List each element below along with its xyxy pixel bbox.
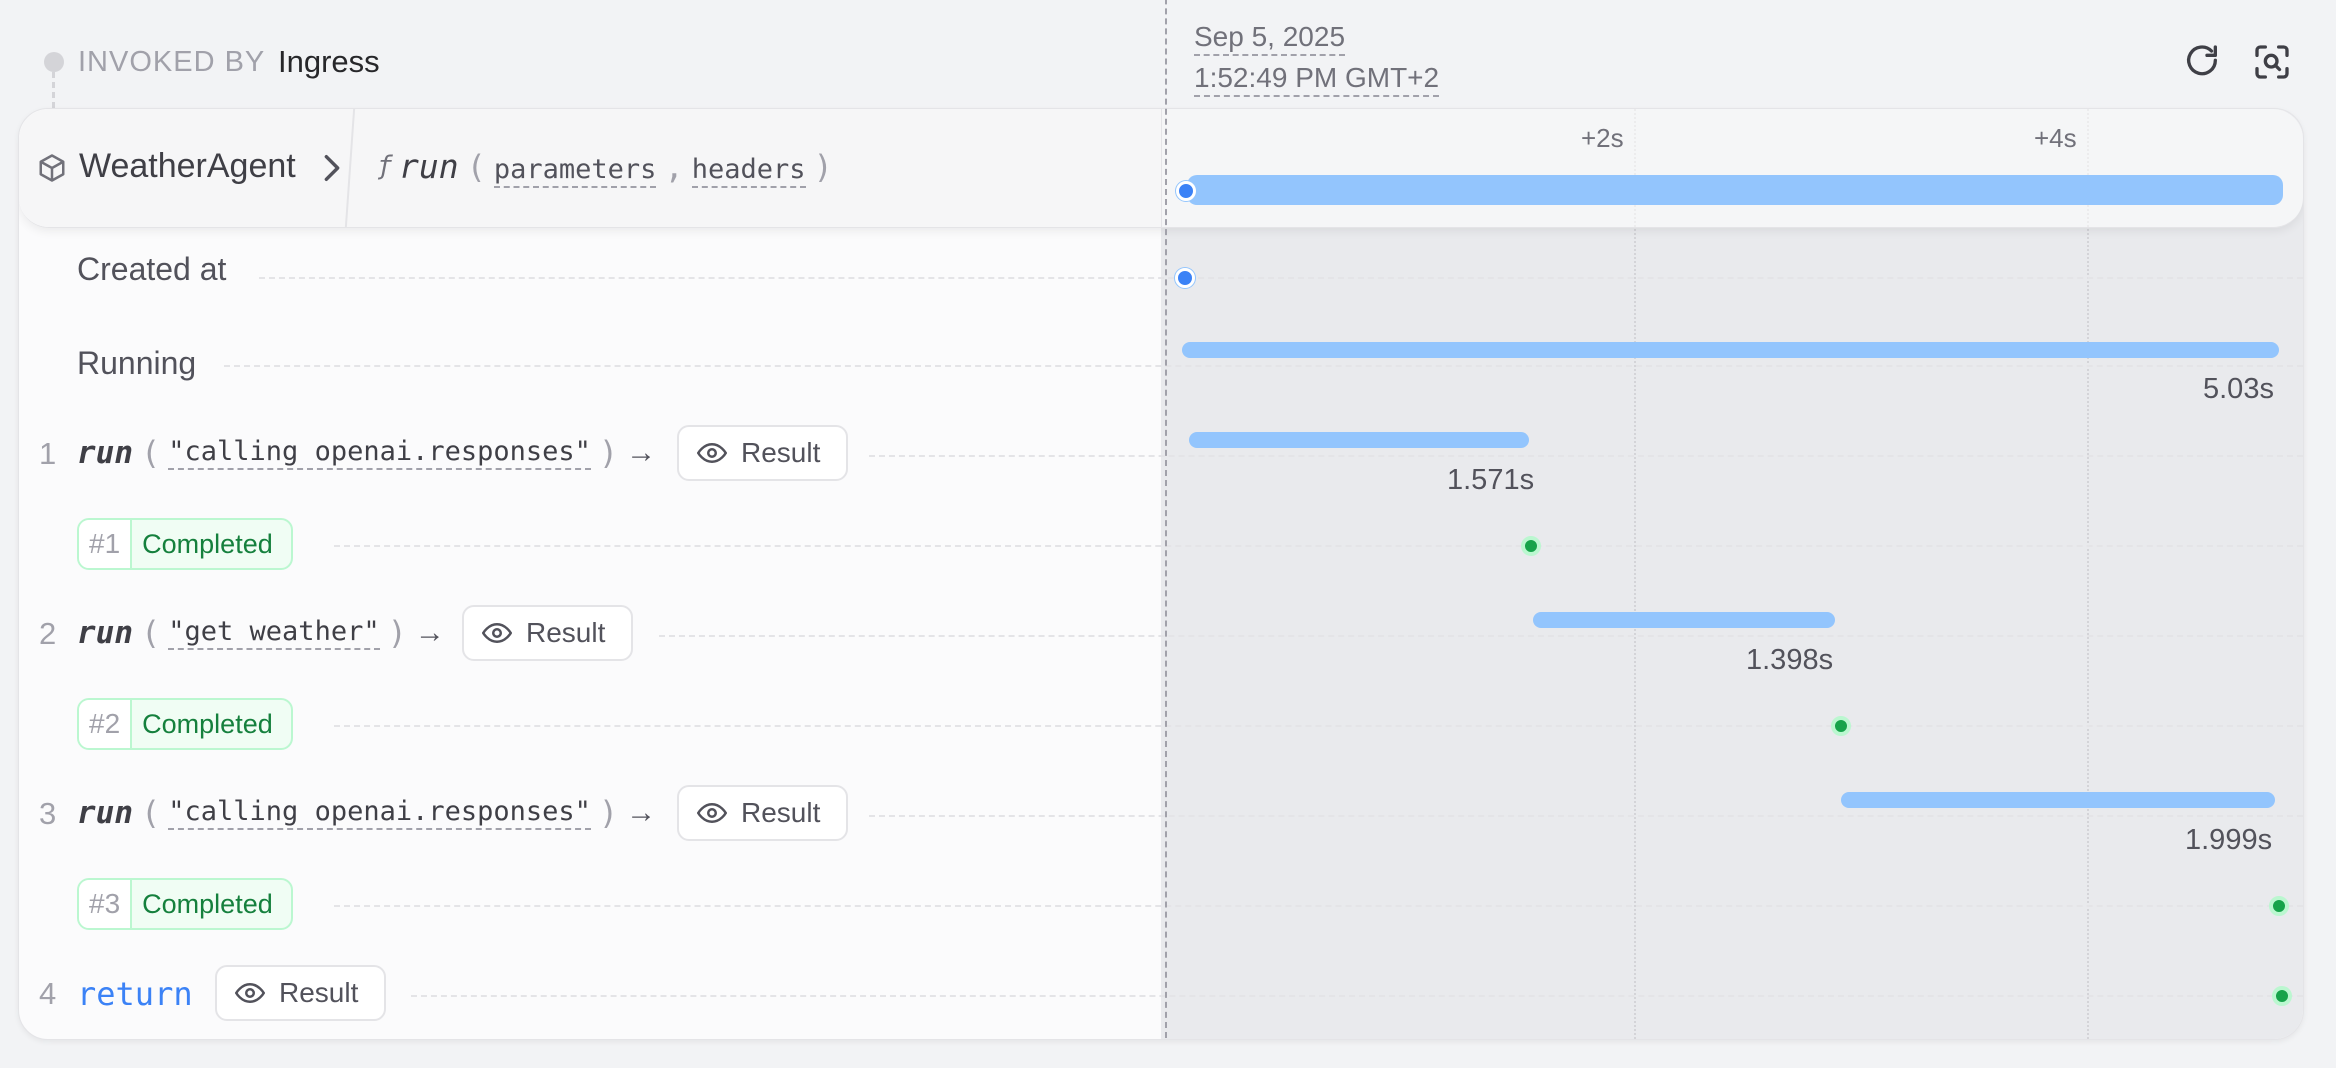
step-3-call: run ( "calling openai.responses" ) → bbox=[77, 794, 656, 832]
param-comma: , bbox=[664, 148, 684, 186]
open-paren: ( bbox=[141, 794, 161, 832]
created-at-label: Created at bbox=[77, 251, 227, 287]
gridline-2s bbox=[1634, 109, 1636, 1039]
step-1-call: run ( "calling openai.responses" ) → bbox=[77, 434, 656, 472]
start-date: Sep 5, 2025 bbox=[1194, 20, 1346, 56]
result-button-label: Result bbox=[526, 617, 606, 648]
result-button-label: Result bbox=[741, 437, 821, 468]
running-bar[interactable] bbox=[1182, 342, 2279, 358]
invocation-start-dot bbox=[1176, 181, 1196, 201]
service-name[interactable]: WeatherAgent bbox=[79, 147, 296, 186]
open-paren: ( bbox=[141, 434, 161, 472]
tick-label-4s: +4s bbox=[2034, 123, 2077, 153]
step-index: 2 bbox=[39, 616, 57, 651]
row-guide bbox=[224, 365, 2303, 367]
open-paren: ( bbox=[141, 614, 161, 652]
function-icon: ƒ bbox=[377, 151, 393, 181]
status-badge: Completed bbox=[142, 708, 273, 739]
invoked-by-value[interactable]: Ingress bbox=[278, 44, 380, 80]
created-at-dot bbox=[1175, 268, 1195, 288]
function-signature-panel: WeatherAgent ƒ run ( parameters , header… bbox=[19, 109, 1162, 227]
close-paren: ) bbox=[387, 614, 407, 652]
step-argument[interactable]: "get weather" bbox=[168, 616, 380, 650]
gridline-4s bbox=[2087, 109, 2089, 1039]
arrow-right-icon: → bbox=[414, 616, 445, 649]
function-signature: run ( parameters , headers ) bbox=[399, 147, 833, 188]
step-2-call: run ( "get weather" ) → bbox=[77, 614, 445, 652]
arrow-right-icon: → bbox=[626, 436, 657, 469]
step-3-bar[interactable] bbox=[1841, 792, 2275, 808]
invoked-connector bbox=[52, 72, 55, 108]
step-keyword: run bbox=[77, 795, 133, 831]
step-2-bar[interactable] bbox=[1533, 612, 1835, 628]
completed-dot bbox=[2269, 896, 2289, 916]
step-3-duration: 1.999s bbox=[2185, 824, 2273, 856]
row-guide bbox=[334, 725, 2303, 727]
invocation-card: WeatherAgent ƒ run ( parameters , header… bbox=[18, 108, 2304, 1040]
running-duration: 5.03s bbox=[2203, 373, 2274, 405]
row-guide bbox=[869, 455, 2303, 457]
result-button[interactable]: Result bbox=[677, 425, 849, 481]
result-button[interactable]: Result bbox=[462, 605, 634, 661]
cube-icon bbox=[37, 153, 67, 188]
invoked-by-label: INVOKED BY bbox=[78, 46, 266, 78]
result-button-label: Result bbox=[741, 797, 821, 828]
close-paren: ) bbox=[598, 434, 619, 472]
step-1-duration: 1.571s bbox=[1447, 464, 1535, 496]
eye-icon bbox=[482, 622, 512, 644]
running-label: Running bbox=[77, 345, 197, 381]
eye-icon bbox=[697, 442, 727, 464]
row-guide bbox=[334, 905, 2303, 907]
attempt-number: #1 bbox=[79, 520, 133, 568]
step-index: 3 bbox=[39, 796, 57, 831]
status-badge: Completed bbox=[142, 528, 273, 559]
invoked-dot bbox=[44, 52, 64, 72]
result-button-label: Result bbox=[279, 977, 359, 1008]
breadcrumb-separator bbox=[344, 109, 376, 227]
arrow-right-icon: → bbox=[626, 796, 657, 829]
open-paren: ( bbox=[466, 148, 486, 186]
attempt-badge[interactable]: #3 Completed bbox=[77, 878, 293, 930]
step-argument[interactable]: "calling openai.responses" bbox=[168, 796, 591, 830]
step-keyword: run bbox=[77, 615, 133, 651]
completed-dot bbox=[1831, 716, 1851, 736]
step-1-bar[interactable] bbox=[1189, 432, 1529, 448]
return-keyword: return bbox=[77, 975, 193, 1013]
attempt-number: #2 bbox=[79, 700, 133, 748]
attempt-badge[interactable]: #2 Completed bbox=[77, 698, 293, 750]
result-button[interactable]: Result bbox=[215, 965, 387, 1021]
refresh-icon[interactable] bbox=[2180, 40, 2224, 84]
param-headers[interactable]: headers bbox=[691, 154, 806, 188]
function-header-row: WeatherAgent ƒ run ( parameters , header… bbox=[19, 109, 2303, 228]
result-button[interactable]: Result bbox=[677, 785, 849, 841]
eye-icon bbox=[697, 802, 727, 824]
attempt-number: #3 bbox=[79, 880, 133, 928]
step-2-duration: 1.398s bbox=[1746, 644, 1834, 676]
handler-name[interactable]: run bbox=[399, 147, 459, 186]
step-keyword: run bbox=[77, 435, 133, 471]
status-badge: Completed bbox=[142, 888, 273, 919]
attempt-badge[interactable]: #1 Completed bbox=[77, 518, 293, 570]
tick-label-2s: +2s bbox=[1581, 123, 1624, 153]
completed-dot bbox=[1521, 536, 1541, 556]
timeline-panel bbox=[1161, 109, 2303, 1039]
row-guide bbox=[411, 995, 2303, 997]
start-marker-line bbox=[1165, 0, 1167, 1038]
close-paren: ) bbox=[813, 148, 833, 186]
step-index: 1 bbox=[39, 436, 57, 471]
row-guide bbox=[334, 545, 2303, 547]
chevron-right-icon[interactable] bbox=[319, 151, 345, 190]
completed-dot bbox=[2272, 986, 2292, 1006]
eye-icon bbox=[235, 982, 265, 1004]
step-argument[interactable]: "calling openai.responses" bbox=[168, 436, 591, 470]
row-guide bbox=[259, 277, 2303, 279]
param-parameters[interactable]: parameters bbox=[493, 154, 657, 188]
row-guide bbox=[659, 635, 2303, 637]
step-index: 4 bbox=[39, 976, 57, 1011]
row-guide bbox=[869, 815, 2303, 817]
invocation-bar[interactable] bbox=[1187, 175, 2283, 205]
focus-icon[interactable] bbox=[2250, 40, 2294, 84]
start-time: 1:52:49 PM GMT+2 bbox=[1194, 61, 1440, 97]
close-paren: ) bbox=[598, 794, 619, 832]
